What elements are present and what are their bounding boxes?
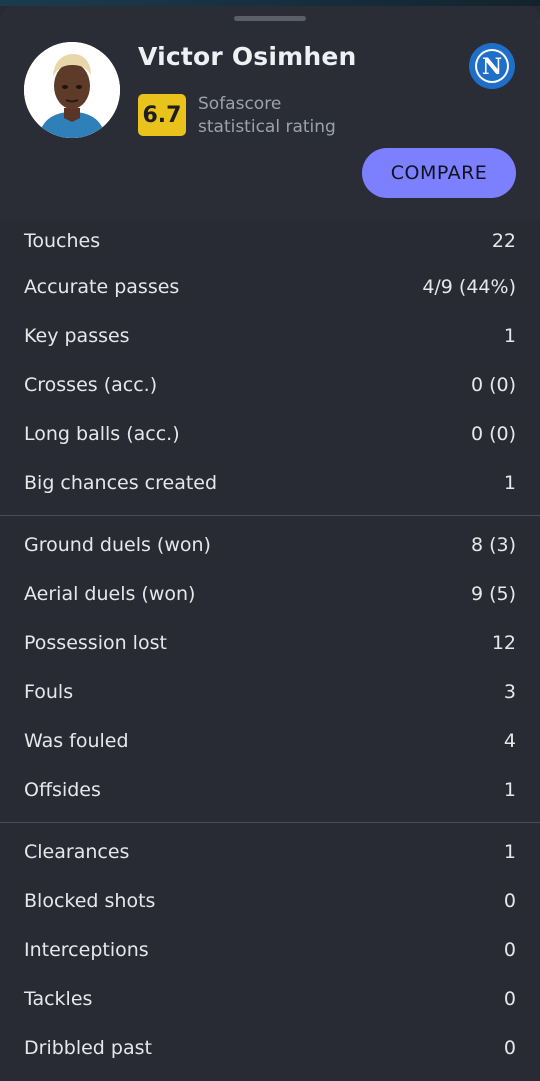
stat-row: Offsides 1 — [0, 765, 540, 814]
stat-row: Long balls (acc.) 0 (0) — [0, 409, 540, 458]
stat-label: Accurate passes — [24, 275, 180, 298]
stat-value: 4/9 (44%) — [422, 275, 516, 298]
stat-row: Clearances 1 — [0, 827, 540, 876]
stat-row: Ground duels (won) 8 (3) — [0, 520, 540, 569]
stat-row: Possession lost 12 — [0, 618, 540, 667]
stat-row: Key passes 1 — [0, 311, 540, 360]
drag-handle[interactable] — [234, 16, 306, 21]
napoli-logo-icon: N — [469, 43, 515, 89]
stat-row: Accurate passes 4/9 (44%) — [0, 262, 540, 311]
player-name: Victor Osimhen — [138, 42, 357, 71]
stat-value: 0 — [503, 1036, 516, 1059]
club-logo[interactable]: N — [468, 42, 516, 90]
player-header: Victor Osimhen 6.7 Sofascore statistical… — [0, 6, 540, 220]
compare-button[interactable]: COMPARE — [362, 148, 516, 198]
stat-value: 0 (0) — [470, 422, 516, 445]
stat-row: Dribbled past 0 — [0, 1023, 540, 1072]
stat-row: Tackles 0 — [0, 974, 540, 1023]
stat-label: Tackles — [24, 987, 93, 1010]
stat-value: 0 — [503, 987, 516, 1010]
stat-row: Blocked shots 0 — [0, 876, 540, 925]
stats-group-defending: Clearances 1 Blocked shots 0 Interceptions… — [0, 823, 540, 1080]
player-avatar — [24, 42, 120, 138]
stat-value: 0 — [503, 938, 516, 961]
rating-caption: Sofascore statistical rating — [198, 94, 336, 137]
stat-label: Clearances — [24, 840, 130, 863]
stat-label: Long balls (acc.) — [24, 422, 180, 445]
stat-label: Was fouled — [24, 729, 129, 752]
stat-label: Interceptions — [24, 938, 149, 961]
stat-value: 1 — [503, 324, 516, 347]
club-logo-letter: N — [482, 54, 502, 80]
stat-row: Big chances created 1 — [0, 458, 540, 507]
stats-list: Touches 22 Accurate passes 4/9 (44%) Key p… — [0, 220, 540, 1080]
stat-label: Key passes — [24, 324, 130, 347]
player-photo-icon — [24, 42, 120, 138]
stat-label: Aerial duels (won) — [24, 582, 196, 605]
stat-value: 0 — [503, 889, 516, 912]
stat-label: Crosses (acc.) — [24, 373, 158, 396]
stat-value: 8 (3) — [470, 533, 516, 556]
stat-label: Big chances created — [24, 471, 218, 494]
player-stats-sheet: Victor Osimhen 6.7 Sofascore statistical… — [0, 6, 540, 1081]
stat-value: 4 — [503, 729, 516, 752]
stat-label: Ground duels (won) — [24, 533, 211, 556]
stat-value: 1 — [503, 778, 516, 801]
stat-value: 0 (0) — [470, 373, 516, 396]
stat-label: Fouls — [24, 680, 74, 703]
rating-badge: 6.7 — [138, 94, 186, 136]
stat-row: Touches 22 — [0, 220, 540, 262]
stat-row: Aerial duels (won) 9 (5) — [0, 569, 540, 618]
stat-label: Touches — [24, 230, 101, 252]
stat-row: Was fouled 4 — [0, 716, 540, 765]
stat-label: Offsides — [24, 778, 101, 801]
stat-row: Fouls 3 — [0, 667, 540, 716]
stat-value: 22 — [491, 230, 516, 252]
stats-group-passing: Touches 22 Accurate passes 4/9 (44%) Key p… — [0, 220, 540, 516]
stat-value: 1 — [503, 840, 516, 863]
stat-row: Crosses (acc.) 0 (0) — [0, 360, 540, 409]
stat-value: 1 — [503, 471, 516, 494]
stat-value: 9 (5) — [470, 582, 516, 605]
stat-value: 3 — [503, 680, 516, 703]
stat-row: Interceptions 0 — [0, 925, 540, 974]
stats-group-duels: Ground duels (won) 8 (3) Aerial duels (wo… — [0, 516, 540, 823]
stat-value: 12 — [491, 631, 516, 654]
stat-label: Blocked shots — [24, 889, 156, 912]
stat-label: Possession lost — [24, 631, 167, 654]
stat-label: Dribbled past — [24, 1036, 152, 1059]
